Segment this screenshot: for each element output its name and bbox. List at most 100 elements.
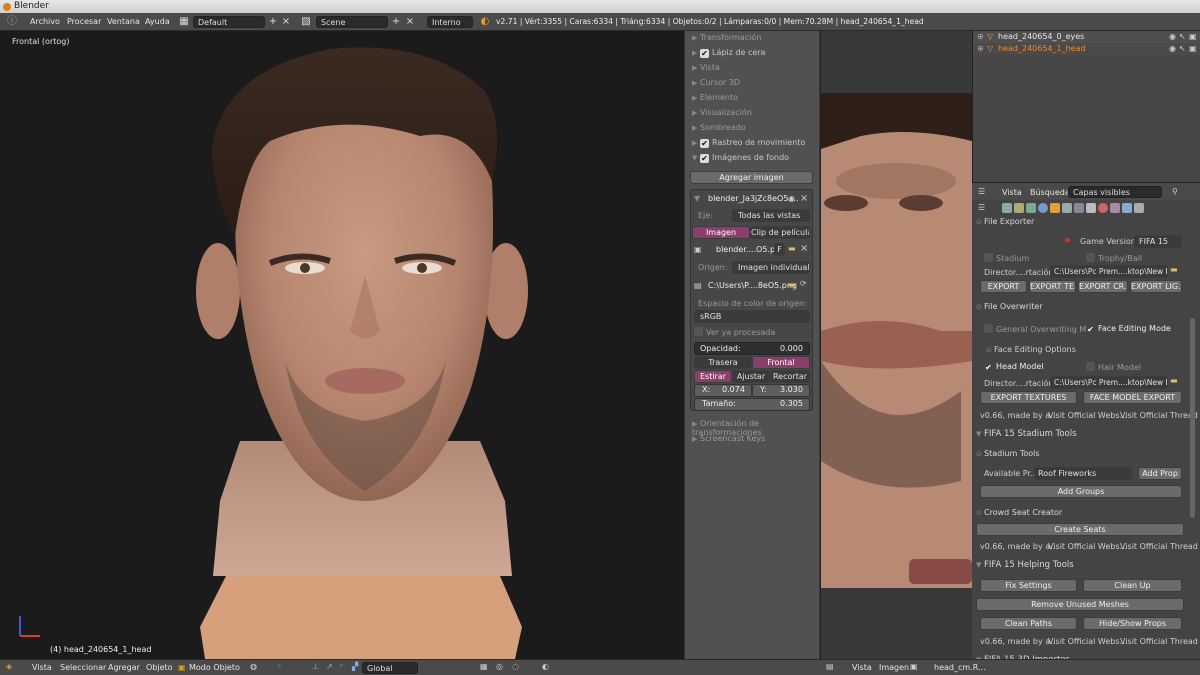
eye-icon[interactable]: ◉ <box>788 194 795 203</box>
unlink-icon[interactable]: × <box>800 243 808 254</box>
section-visualizacion[interactable]: ▶ Visualización <box>692 108 752 117</box>
directory-field[interactable]: C:\Users\Pc Prem....ktop\New Folder\ <box>1050 265 1168 278</box>
section-sombreado[interactable]: ▶ Sombreado <box>692 123 746 132</box>
translate-icon[interactable]: ↗ <box>326 662 333 671</box>
fix-settings-button[interactable]: Fix Settings <box>980 579 1077 592</box>
head-model-checkbox[interactable]: ✔ Head Model <box>984 362 1043 372</box>
expand-icon[interactable]: ⊕ <box>977 32 984 41</box>
layers-icon[interactable]: ▦ <box>480 662 488 671</box>
export-crowd-button[interactable]: EXPORT CR... <box>1078 280 1128 293</box>
visit-thread-link[interactable]: Visit Official Thread <box>1120 411 1198 420</box>
info-editor-icon[interactable]: ⓘ <box>6 16 18 28</box>
menu-imagen[interactable]: Imagen <box>879 663 909 672</box>
scene-select[interactable]: Scene <box>316 16 388 28</box>
menu-objeto[interactable]: Objeto <box>146 663 173 672</box>
folder-icon[interactable]: ▬ <box>788 244 796 253</box>
folder-icon[interactable]: ▬ <box>1170 376 1178 385</box>
stretch-toggle[interactable]: Estirar <box>694 370 732 383</box>
fake-user-button[interactable]: F <box>774 243 785 256</box>
export-textures-short-button[interactable]: EXPORT TE... <box>1029 280 1076 293</box>
clean-paths-button[interactable]: Clean Paths <box>980 617 1077 630</box>
menu-vista[interactable]: Vista <box>32 663 52 672</box>
folder-icon[interactable]: ▬ <box>1170 265 1178 274</box>
create-seats-button[interactable]: Create Seats <box>976 523 1184 536</box>
checkbox-checked-icon[interactable]: ✔ <box>700 154 709 163</box>
crop-toggle[interactable]: Recortar <box>770 370 810 383</box>
menu-procesar[interactable]: Procesar <box>67 13 101 31</box>
display-mode-select[interactable]: Capas visibles <box>1068 186 1162 198</box>
scene-tab-icon[interactable] <box>1026 203 1036 213</box>
shading-icon[interactable]: ◍ <box>250 662 257 671</box>
section-transformacion[interactable]: ▶ Transformación <box>692 33 761 42</box>
image-icon[interactable]: ▣ <box>694 245 702 254</box>
file-exporter-header[interactable]: ⊙ File Exporter <box>976 217 1186 226</box>
image-editor[interactable] <box>820 31 972 659</box>
render-tab-icon[interactable] <box>1002 203 1012 213</box>
file-overwriter-header[interactable]: ⊙ File Overwriter <box>976 302 1186 311</box>
editor-type-icon[interactable]: ☰ <box>978 187 985 196</box>
tab-image[interactable]: Imagen <box>692 226 750 239</box>
section-vista[interactable]: ▶ Vista <box>692 63 720 72</box>
select-cursor-icon[interactable]: ↖ <box>1179 44 1186 53</box>
stadium-checkbox[interactable]: Stadium <box>984 253 1029 263</box>
axis-select[interactable]: Todas las vistas <box>732 209 810 222</box>
image-path[interactable]: C:\Users\P....8eO5.png <box>708 281 797 290</box>
material-tab-icon[interactable] <box>1098 203 1108 213</box>
checkbox-checked-icon[interactable]: ✔ <box>700 49 709 58</box>
colorspace-select[interactable]: sRGB <box>694 310 810 323</box>
constraints-tab-icon[interactable] <box>1062 203 1072 213</box>
render-camera-icon[interactable]: ▣ <box>1189 32 1197 41</box>
checkbox-checked-icon[interactable]: ✔ <box>700 139 709 148</box>
directory2-field[interactable]: C:\Users\Pc Prem....ktop\New Folder\ <box>1050 376 1168 389</box>
visit-thread-link[interactable]: Visit Official Thread <box>1120 542 1198 551</box>
expand-icon[interactable]: ⊕ <box>977 44 984 53</box>
visit-website-link[interactable]: Visit Official Webs... <box>1048 542 1127 551</box>
world-tab-icon[interactable] <box>1038 203 1048 213</box>
add-layout-icon[interactable]: + <box>267 16 279 28</box>
add-scene-icon[interactable]: + <box>390 16 402 28</box>
clean-up-button[interactable]: Clean Up <box>1083 579 1182 592</box>
face-model-export-button[interactable]: FACE MODEL EXPORT <box>1083 391 1182 404</box>
tab-movie-clip[interactable]: Clip de película <box>750 226 810 239</box>
mode-select[interactable]: Modo Objeto <box>189 663 240 672</box>
available-props-select[interactable]: Roof Fireworks <box>1034 467 1132 480</box>
helping-tools-panel-header[interactable]: ▼ FIFA 15 Helping Tools <box>976 560 1186 570</box>
game-version-select[interactable]: FIFA 15 <box>1134 235 1182 248</box>
section-lapiz-de-cera[interactable]: ▶ ✔ Lápiz de cera <box>692 48 765 58</box>
visit-thread-link[interactable]: Visit Official Thread <box>1120 637 1198 646</box>
menu-seleccionar[interactable]: Seleccionar <box>60 663 106 672</box>
add-groups-button[interactable]: Add Groups <box>980 485 1182 498</box>
stadium-tools-header[interactable]: ⊙ Stadium Tools <box>976 449 1186 458</box>
visibility-eye-icon[interactable]: ◉ <box>1169 32 1176 41</box>
hair-model-checkbox[interactable]: Hair Model <box>1086 362 1141 372</box>
data-tab-icon[interactable] <box>1086 203 1096 213</box>
menu-archivo[interactable]: Archivo <box>30 13 60 31</box>
screen-layout-icon[interactable]: ▦ <box>178 16 190 28</box>
rotate-icon[interactable]: ◜ <box>340 662 343 671</box>
modifiers-tab-icon[interactable] <box>1074 203 1084 213</box>
add-image-button[interactable]: Agregar imagen <box>690 171 813 184</box>
menu-ventana[interactable]: Ventana <box>107 13 140 31</box>
face-editing-options-header[interactable]: ⊙ Face Editing Options <box>986 345 1076 354</box>
menu-vista[interactable]: Vista <box>1002 188 1022 197</box>
snap-icon[interactable]: ◌ <box>512 662 519 671</box>
browse-folder-icon[interactable]: ▬ <box>788 280 796 289</box>
scale-icon[interactable]: ▞ <box>352 662 358 671</box>
outliner-item-head[interactable]: head_240654_1_head <box>998 44 1086 53</box>
render-engine-select[interactable]: Interno <box>427 16 473 28</box>
object-tab-icon[interactable] <box>1050 203 1060 213</box>
face-editing-mode-checkbox[interactable]: ✔ Face Editing Mode <box>1086 324 1171 334</box>
image-editor-icon[interactable]: ▤ <box>826 662 834 671</box>
image-browse-icon[interactable]: ▣ <box>910 662 918 671</box>
menu-ayuda[interactable]: Ayuda <box>145 13 170 31</box>
stadium-tools-panel-header[interactable]: ▼ FIFA 15 Stadium Tools <box>976 429 1186 439</box>
export-lights-button[interactable]: EXPORT LIG... <box>1130 280 1182 293</box>
image-name-field[interactable]: head_cm.R... <box>934 663 986 672</box>
menu-agregar[interactable]: Agregar <box>108 663 140 672</box>
menu-busqueda[interactable]: Búsqueda <box>1030 188 1070 197</box>
render-camera-icon[interactable]: ▣ <box>1189 44 1197 53</box>
front-toggle[interactable]: Frontal <box>752 356 810 369</box>
properties-scrollbar[interactable] <box>1190 318 1195 518</box>
pivot-icon[interactable]: ⁘ <box>276 662 283 671</box>
remove-scene-icon[interactable]: × <box>404 16 416 28</box>
